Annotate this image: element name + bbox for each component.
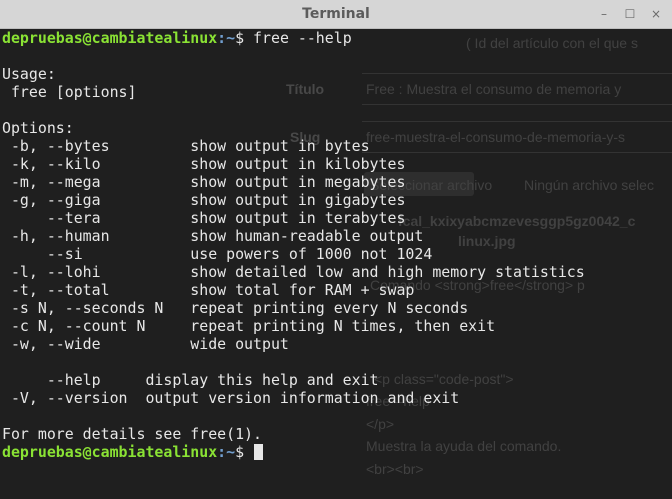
- text-cursor: [254, 444, 264, 460]
- output-line: -h, --human show human-readable output: [2, 227, 424, 245]
- output-line: -t, --total show total for RAM + swap: [2, 281, 415, 299]
- output-line: --help display this help and exit: [2, 371, 379, 389]
- terminal-output-area[interactable]: depruebas@cambiatealinux:~$ free --help …: [0, 29, 672, 499]
- terminal-window: Terminal – ☐ × ( Id del artículo con el …: [0, 0, 672, 499]
- output-line: Usage:: [2, 65, 56, 83]
- output-line: -V, --version output version information…: [2, 389, 460, 407]
- prompt-user-host-active: depruebas@cambiatealinux: [2, 443, 218, 461]
- window-controls: – ☐ ×: [594, 4, 666, 24]
- output-line: -w, --wide wide output: [2, 335, 289, 353]
- prompt-path-active: :~: [217, 443, 236, 461]
- command-output: Usage: free [options] Options: -b, --byte…: [2, 47, 672, 443]
- output-line: --tera show output in terabytes: [2, 209, 406, 227]
- minimize-icon[interactable]: –: [594, 4, 614, 24]
- output-line: -s N, --seconds N repeat printing every …: [2, 299, 469, 317]
- output-line: free [options]: [2, 83, 137, 101]
- active-prompt-line[interactable]: depruebas@cambiatealinux:~$: [2, 443, 672, 461]
- prompt-symbol: $: [235, 29, 245, 47]
- prompt-user-host: depruebas@cambiatealinux: [2, 29, 218, 47]
- output-line: --si use powers of 1000 not 1024: [2, 245, 433, 263]
- output-line: -c N, --count N repeat printing N times,…: [2, 317, 496, 335]
- output-line: -k, --kilo show output in kilobytes: [2, 155, 406, 173]
- output-line: -l, --lohi show detailed low and high me…: [2, 263, 585, 281]
- command-text: free --help: [253, 29, 352, 47]
- output-line: For more details see free(1).: [2, 425, 262, 443]
- output-line: Options:: [2, 119, 74, 137]
- prompt-symbol-active: $: [235, 443, 245, 461]
- output-line: -b, --bytes show output in bytes: [2, 137, 370, 155]
- prompt-path: :~: [217, 29, 236, 47]
- close-icon[interactable]: ×: [646, 4, 666, 24]
- window-title: Terminal: [302, 6, 370, 22]
- title-bar[interactable]: Terminal – ☐ ×: [0, 0, 672, 29]
- maximize-icon[interactable]: ☐: [620, 4, 640, 24]
- output-line: -g, --giga show output in gigabytes: [2, 191, 406, 209]
- output-line: -m, --mega show output in megabytes: [2, 173, 406, 191]
- command-line: depruebas@cambiatealinux:~$ free --help: [2, 29, 672, 47]
